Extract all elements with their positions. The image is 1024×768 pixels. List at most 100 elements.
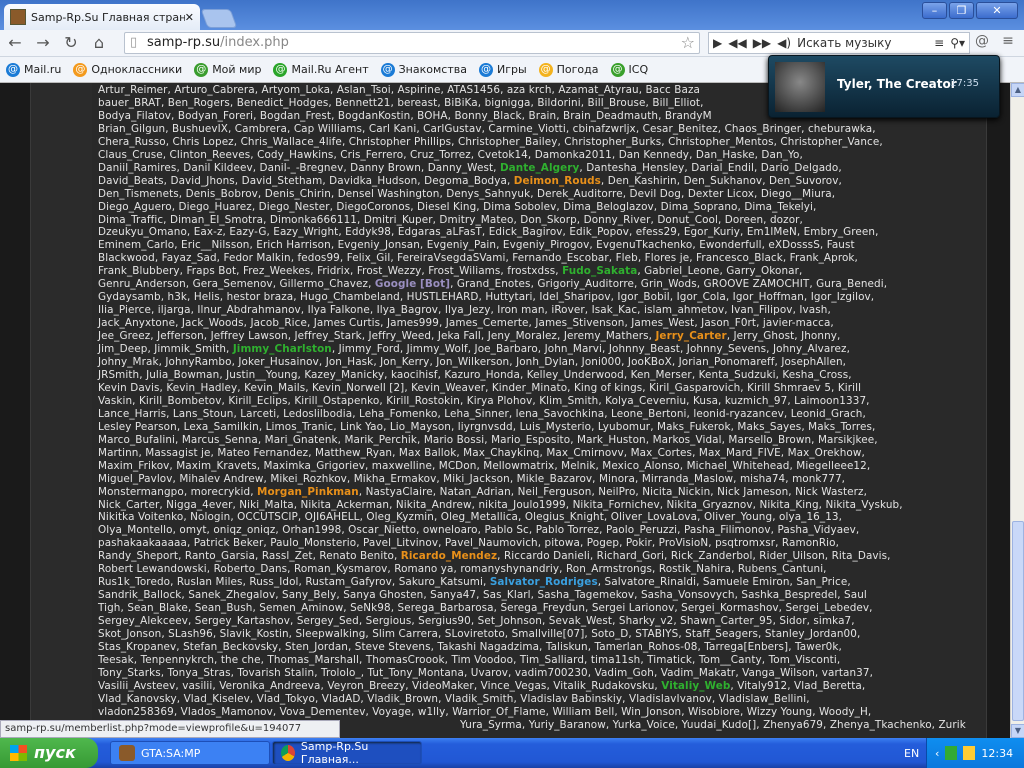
mail-extension-icon[interactable]: @ xyxy=(972,33,992,53)
member-link[interactable]: CarlGustav xyxy=(423,123,481,135)
member-link[interactable]: Maximka_Grigoriev xyxy=(264,460,365,472)
member-link[interactable]: Paulo_Monsterio xyxy=(270,537,356,549)
member-link[interactable]: Joker_Husainov xyxy=(238,356,319,368)
volume-icon[interactable]: ◀) xyxy=(777,36,791,50)
member-link[interactable]: olya_16_13, xyxy=(779,511,842,523)
member-link[interactable]: Christopher Phillips xyxy=(349,136,451,148)
member-link[interactable]: Don_Skorp xyxy=(520,214,577,226)
member-link[interactable]: Jee_Greez xyxy=(98,330,150,342)
member-link[interactable]: Evgeniy_Pain xyxy=(427,239,496,251)
previous-icon[interactable]: ◀◀ xyxy=(728,36,746,50)
member-link[interactable]: Igor_Hoffman xyxy=(733,291,804,303)
member-link[interactable]: Jon_Wilkerson xyxy=(436,356,509,368)
member-link[interactable]: Salvatore_Rinaldi xyxy=(605,576,697,588)
member-link[interactable]: Dima_Beloglazov xyxy=(563,201,654,213)
member-link[interactable]: EvgenuTkachenko xyxy=(596,239,692,251)
member-link[interactable]: Kesha_Cross, xyxy=(782,369,851,381)
member-link[interactable]: leonid-ryazancev xyxy=(693,408,784,420)
member-link[interactable]: Aslan_Tsoi xyxy=(337,84,391,96)
member-link[interactable]: Bogdan_Frest xyxy=(260,110,331,122)
chrome-menu-icon[interactable]: ≡ xyxy=(998,33,1018,53)
member-link[interactable]: Kirill_Rostokin xyxy=(386,395,460,407)
member-link[interactable]: David_Stetham xyxy=(242,175,323,187)
member-link[interactable]: Oscar_Nietto xyxy=(348,524,416,536)
member-link[interactable]: John_Marvi xyxy=(545,343,602,355)
member-link[interactable]: JohnyRambo xyxy=(165,356,231,368)
member-link[interactable]: Cap Williams xyxy=(294,123,362,135)
member-link[interactable]: Kirill Shmraev 5 xyxy=(747,382,831,394)
member-link[interactable]: Bonny_Black xyxy=(454,110,521,122)
member-link[interactable]: Steve Stevens xyxy=(355,641,431,653)
member-link[interactable]: Genru_Anderson xyxy=(98,278,186,290)
member-link[interactable]: Tawer0k, xyxy=(795,641,842,653)
scroll-down-icon[interactable]: ▼ xyxy=(1011,724,1024,738)
member-link[interactable]: Sasha_Vonsovych xyxy=(641,589,735,601)
member-link[interactable]: Denys_Sahnyuk xyxy=(446,188,530,200)
member-link[interactable]: Tim Voodoo xyxy=(451,654,513,666)
member-link[interactable]: Dima_Tekelyi, xyxy=(744,201,816,213)
member-link[interactable]: William Bell xyxy=(552,706,614,718)
member-link[interactable]: Sergey_Alekceev xyxy=(98,615,188,627)
member-link[interactable]: fedos99 xyxy=(298,252,340,264)
member-link[interactable]: Oliver_LovaLova xyxy=(611,511,697,523)
music-search-input[interactable]: Искать музыку xyxy=(797,36,928,50)
member-link[interactable]: liyrgnvsdd xyxy=(458,421,513,433)
member-link[interactable]: Joni000 xyxy=(582,356,621,368)
member-link[interactable]: Nikita_Gryaznov xyxy=(667,499,753,511)
forward-arrow-icon[interactable]: → xyxy=(32,33,54,52)
member-link[interactable]: Win_Jonson xyxy=(621,706,681,718)
member-link[interactable]: Ivash, xyxy=(799,304,830,316)
member-link[interactable]: Sleepwalking xyxy=(295,628,365,640)
member-link[interactable]: Max_Cmirnovv xyxy=(546,447,623,459)
member-link[interactable]: Pasha_Vidyaev, xyxy=(777,524,859,536)
home-icon[interactable]: ⌂ xyxy=(88,33,110,52)
member-link[interactable]: Lance_Harris xyxy=(98,408,166,420)
member-link[interactable]: owneloaro xyxy=(423,524,478,536)
member-link[interactable]: Leonid_Grach, xyxy=(791,408,866,420)
member-link[interactable]: Sandrik_Ballock xyxy=(98,589,181,601)
member-link[interactable]: Rubens_Cantuni, xyxy=(738,563,827,575)
member-link[interactable]: Mateo Fernandez xyxy=(217,447,308,459)
member-link[interactable]: Vadim_Goh xyxy=(595,667,654,679)
member-link[interactable]: ATAS1456 xyxy=(447,84,500,96)
member-link[interactable]: Saul xyxy=(844,589,867,601)
member-link[interactable]: Idel_Sharipov xyxy=(539,291,610,303)
member-link[interactable]: Olegius_Knight xyxy=(525,511,604,523)
member-link[interactable]: hestor braza xyxy=(227,291,294,303)
member-link[interactable]: Cesar_Benitez xyxy=(643,123,718,135)
member-link[interactable]: MCDon xyxy=(439,460,477,472)
member-link[interactable]: Miguel_Pavlov xyxy=(98,473,173,485)
member-link[interactable]: ProVisioN xyxy=(659,537,709,549)
member-link[interactable]: Dzeukyu_Omano xyxy=(98,226,187,238)
member-link[interactable]: Artyom_Loka xyxy=(262,84,331,96)
member-link[interactable]: Melnik xyxy=(561,460,595,472)
member-link[interactable]: Miki_Jackson xyxy=(443,473,510,485)
member-link[interactable]: Dima Sobolev xyxy=(483,201,556,213)
member-link[interactable]: Bill_Elliot, xyxy=(652,97,703,109)
member-link[interactable]: dozor, xyxy=(770,214,803,226)
member-link[interactable]: bignigga xyxy=(485,97,531,109)
member-link[interactable]: Christopher_Bailey xyxy=(458,136,558,148)
member-link[interactable]: Denis_Bobrov xyxy=(186,188,258,200)
member-link[interactable]: Diego_Aguero xyxy=(98,201,172,213)
member-link[interactable]: Cris_Ferrero xyxy=(340,149,403,161)
member-link[interactable]: Fraps Bot xyxy=(186,265,236,277)
member-link[interactable]: Cruz_Torrez xyxy=(410,149,471,161)
member-link[interactable]: Kazey_Manicky xyxy=(304,369,384,381)
bookmark-item[interactable]: @ Одноклассники xyxy=(73,62,182,77)
member-link[interactable]: Frank_Aprok, xyxy=(790,252,858,264)
member-link[interactable]: Flores je xyxy=(645,252,690,264)
member-link[interactable]: nikita_Joulo1999 xyxy=(478,499,565,511)
member-link[interactable]: Kevin Davis xyxy=(98,382,160,394)
member-link[interactable]: Ivan_Filipov xyxy=(731,304,793,316)
member-link[interactable]: Diego_Huarez xyxy=(179,201,252,213)
member-link[interactable]: Olya_Montello xyxy=(98,524,173,536)
member-link[interactable]: Joe_Barbaro xyxy=(475,343,538,355)
member-link[interactable]: Massagist je xyxy=(145,447,210,459)
bookmark-item[interactable]: @ Mail.Ru Агент xyxy=(273,62,369,77)
member-link[interactable]: Maxim_Kravets xyxy=(176,460,256,472)
tray-app-icon[interactable] xyxy=(963,746,976,760)
member-link[interactable]: Niki_Malta xyxy=(239,499,293,511)
back-arrow-icon[interactable]: ← xyxy=(4,33,26,52)
member-link[interactable]: Max_Mard_FIVE xyxy=(699,447,781,459)
